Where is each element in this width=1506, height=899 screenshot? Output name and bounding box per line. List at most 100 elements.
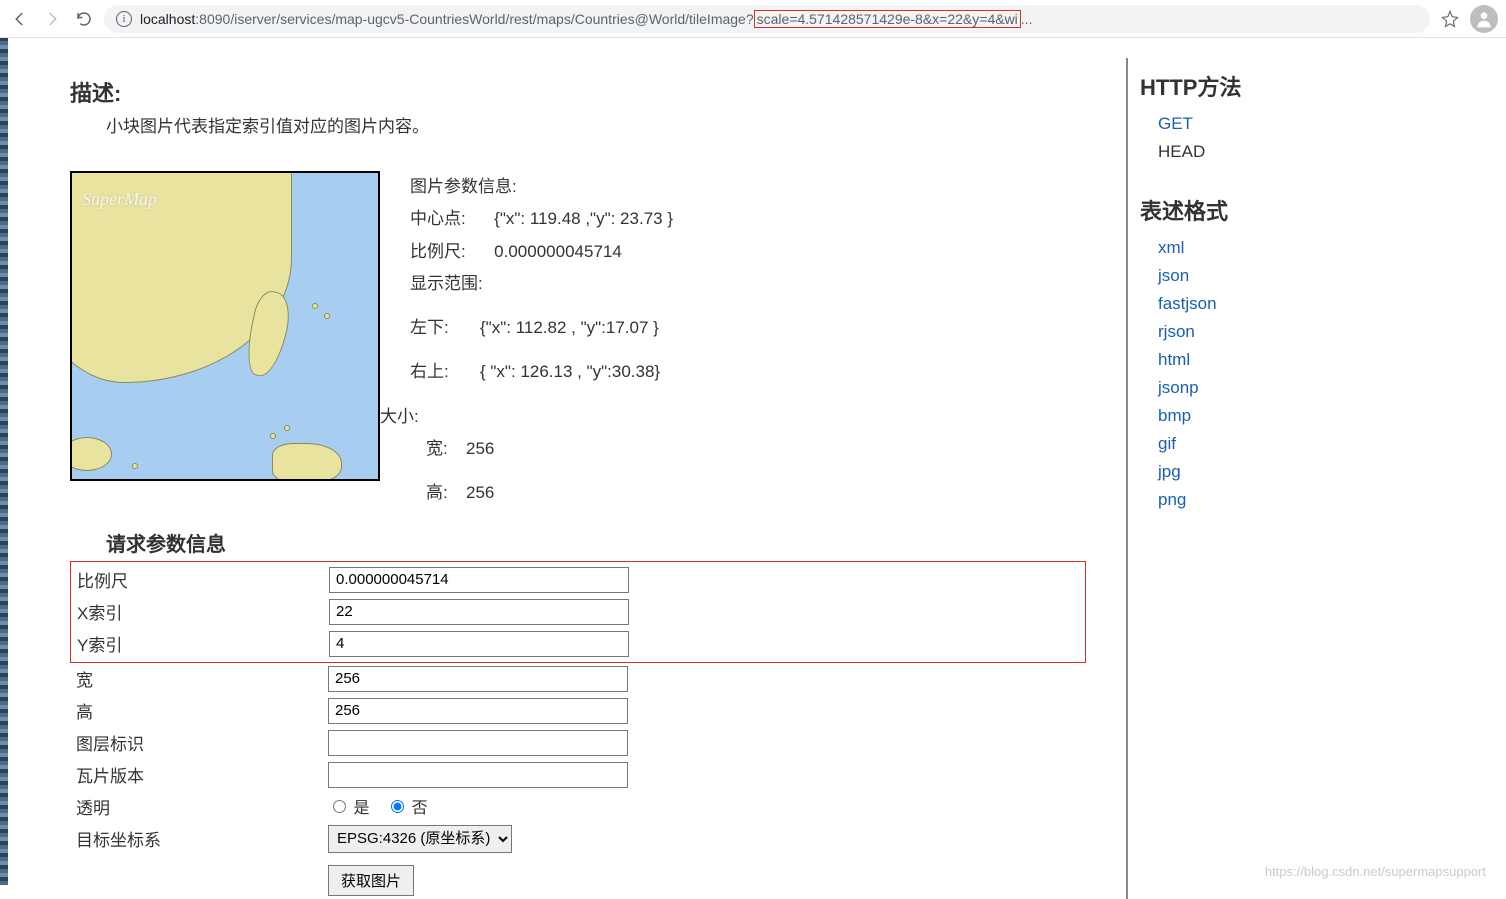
info-scale-key: 比例尺: (410, 236, 480, 268)
param-scale-input[interactable] (329, 567, 629, 593)
site-info-icon[interactable]: i (116, 11, 132, 27)
back-button[interactable] (8, 7, 32, 31)
profile-avatar-icon[interactable] (1470, 5, 1498, 33)
map-island (312, 303, 318, 309)
sidebar-fmt-item: gif (1140, 430, 1446, 458)
map-island (132, 463, 138, 469)
param-w-label: 宽 (70, 663, 328, 695)
radio-yes[interactable] (333, 800, 346, 813)
address-bar[interactable]: i localhost:8090/iserver/services/map-ug… (104, 5, 1430, 33)
param-layer-input[interactable] (328, 730, 628, 756)
fmt-jsonp-link[interactable]: jsonp (1158, 378, 1199, 397)
sidebar-http-title: HTTP方法 (1140, 70, 1446, 102)
sidebar: HTTP方法 GET HEAD 表述格式 xml json fastjson r… (1126, 58, 1446, 899)
sidebar-fmt-item: rjson (1140, 318, 1446, 346)
fmt-json-link[interactable]: json (1158, 266, 1189, 285)
param-h-input[interactable] (328, 698, 628, 724)
url-port: :8090 (195, 11, 230, 27)
sidebar-fmt-item: xml (1140, 234, 1446, 262)
map-island (270, 433, 276, 439)
param-row-height: 高 (70, 695, 634, 727)
param-crs-select[interactable]: EPSG:4326 (原坐标系) (328, 825, 512, 853)
param-crs-label: 目标坐标系 (70, 822, 328, 856)
info-tr-key: 右上: (410, 356, 480, 388)
info-bl-val: {"x": 112.82 , "y":17.07 } (480, 312, 659, 344)
param-row-layer: 图层标识 (70, 727, 634, 759)
tile-image-preview: SuperMap (70, 171, 380, 481)
info-size-key: 大小: (380, 401, 673, 433)
info-w-key: 宽: (426, 433, 466, 465)
param-row-x: X索引 (71, 596, 731, 628)
fmt-jpg-link[interactable]: jpg (1158, 462, 1181, 481)
map-landmass (272, 443, 342, 481)
param-y-label: Y索引 (71, 628, 329, 660)
params-title: 请求参数信息 (106, 528, 1086, 557)
radio-yes-label[interactable]: 是 (328, 800, 369, 817)
fmt-png-link[interactable]: png (1158, 490, 1186, 509)
image-info-block: 图片参数信息: 中心点: {"x": 119.48 ,"y": 23.73 } … (410, 171, 673, 510)
description-text: 小块图片代表指定索引值对应的图片内容。 (106, 112, 1086, 137)
bookmark-star-icon[interactable] (1438, 7, 1462, 31)
url-path: /iserver/services/map-ugcv5-CountriesWor… (230, 11, 753, 27)
url-query-highlight: scale=4.571428571429e-8&x=22&y=4&wi (754, 10, 1021, 28)
sidebar-fmt-item: html (1140, 346, 1446, 374)
params-highlight-box: 比例尺 X索引 Y索引 (70, 561, 1086, 663)
param-tilever-label: 瓦片版本 (70, 759, 328, 791)
fmt-bmp-link[interactable]: bmp (1158, 406, 1191, 425)
param-h-label: 高 (70, 695, 328, 727)
info-h-val: 256 (466, 477, 494, 509)
fmt-fastjson-link[interactable]: fastjson (1158, 294, 1217, 313)
info-scale-val: 0.000000045714 (494, 236, 622, 268)
sidebar-fmt-item: json (1140, 262, 1446, 290)
fmt-xml-link[interactable]: xml (1158, 238, 1184, 257)
info-w-val: 256 (466, 433, 494, 465)
radio-no[interactable] (391, 800, 404, 813)
info-bl-key: 左下: (410, 312, 480, 344)
param-layer-label: 图层标识 (70, 727, 328, 759)
param-x-label: X索引 (71, 596, 329, 628)
param-w-input[interactable] (328, 666, 628, 692)
sidebar-fmt-item: bmp (1140, 402, 1446, 430)
param-row-scale: 比例尺 (71, 564, 731, 596)
param-transparent-label: 透明 (70, 791, 328, 822)
get-image-button[interactable]: 获取图片 (328, 865, 414, 896)
param-row-tileversion: 瓦片版本 (70, 759, 634, 791)
fmt-gif-link[interactable]: gif (1158, 434, 1176, 453)
param-scale-label: 比例尺 (71, 564, 329, 596)
info-tr-val: { "x": 126.13 , "y":30.38} (480, 356, 660, 388)
info-header: 图片参数信息: (410, 171, 673, 203)
sidebar-fmt-item: jpg (1140, 458, 1446, 486)
map-landmass (70, 437, 112, 471)
http-get-link[interactable]: GET (1158, 114, 1193, 133)
param-x-input[interactable] (329, 599, 629, 625)
param-tilever-input[interactable] (328, 762, 628, 788)
sidebar-fmt-item: png (1140, 486, 1446, 514)
info-center-val: {"x": 119.48 ,"y": 23.73 } (494, 203, 673, 235)
browser-toolbar: i localhost:8090/iserver/services/map-ug… (0, 0, 1506, 38)
map-island (284, 425, 290, 431)
description-title: 描述: (70, 76, 1086, 108)
radio-no-label[interactable]: 否 (386, 800, 427, 817)
sidebar-http-item: HEAD (1140, 138, 1446, 166)
sidebar-format-title: 表述格式 (1140, 194, 1446, 226)
map-island (324, 313, 330, 319)
sidebar-fmt-item: jsonp (1140, 374, 1446, 402)
param-row-crs: 目标坐标系 EPSG:4326 (原坐标系) (70, 822, 634, 856)
main-content: 描述: 小块图片代表指定索引值对应的图片内容。 SuperMap 图片参数信息:… (0, 58, 1126, 899)
reload-button[interactable] (72, 7, 96, 31)
info-extent-key: 显示范围: (410, 268, 673, 300)
sidebar-fmt-item: fastjson (1140, 290, 1446, 318)
info-center-key: 中心点: (410, 203, 480, 235)
sidebar-http-item: GET (1140, 110, 1446, 138)
param-row-width: 宽 (70, 663, 634, 695)
page-watermark: https://blog.csdn.net/supermapsupport (1265, 864, 1486, 879)
forward-button[interactable] (40, 7, 64, 31)
url-tail: ... (1021, 11, 1033, 27)
param-row-y: Y索引 (71, 628, 731, 660)
left-gutter-deco (0, 38, 8, 885)
fmt-html-link[interactable]: html (1158, 350, 1190, 369)
info-h-key: 高: (426, 477, 466, 509)
map-watermark: SuperMap (82, 189, 157, 210)
fmt-rjson-link[interactable]: rjson (1158, 322, 1195, 341)
param-y-input[interactable] (329, 631, 629, 657)
